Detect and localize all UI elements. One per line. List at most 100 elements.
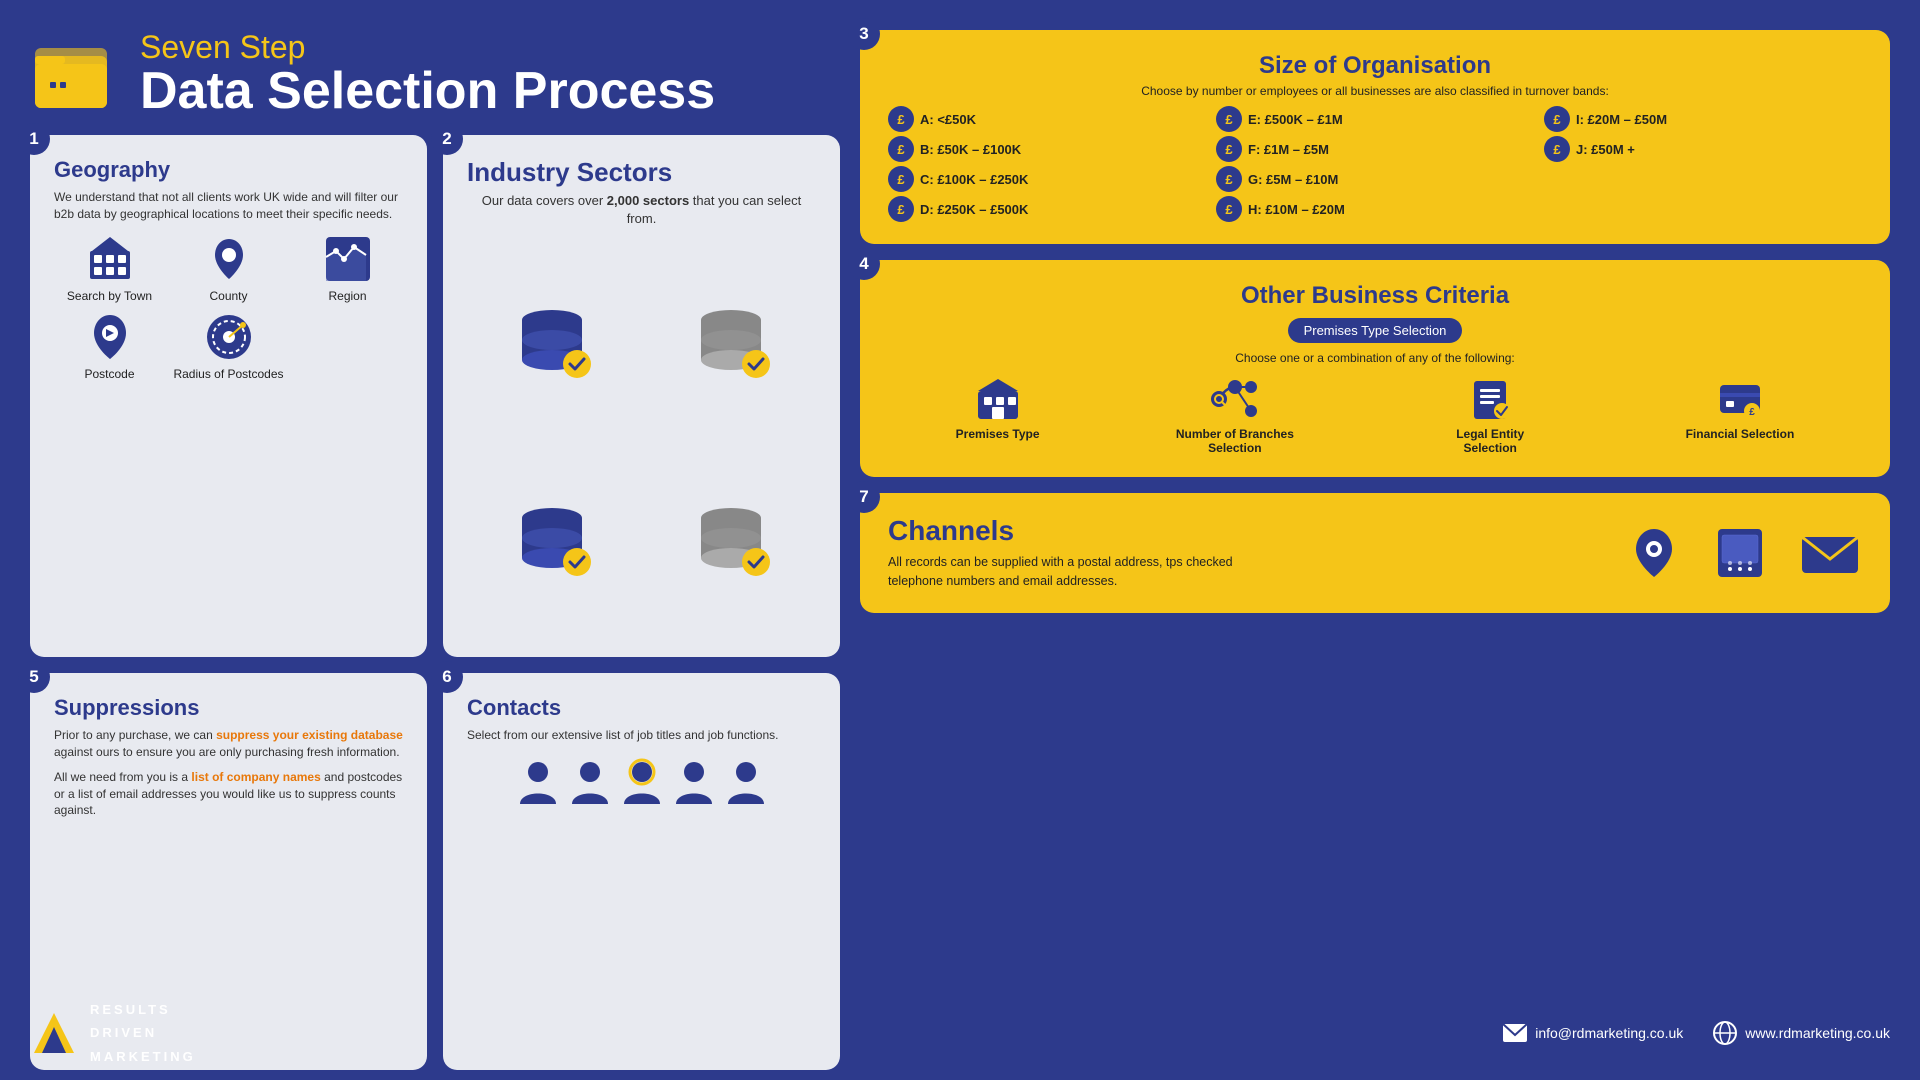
- criteria-badge: Premises Type Selection: [1288, 318, 1463, 343]
- size-item-g: £ G: £5M – £10M: [1216, 166, 1534, 192]
- geography-card: 1 Geography We understand that not all c…: [30, 135, 427, 657]
- size-label-f: F: £1M – £5M: [1248, 142, 1329, 157]
- footer-contact: info@rdmarketing.co.uk www.rdmarketing.c…: [1503, 1021, 1890, 1045]
- premises-label: Premises Type: [956, 427, 1040, 441]
- criteria-premises: Premises Type: [956, 375, 1040, 441]
- size-icon-b: £: [888, 136, 914, 162]
- header: Seven Step Data Selection Process: [30, 30, 840, 117]
- size-item-f: £ F: £1M – £5M: [1216, 136, 1534, 162]
- step-7-badge: 7: [848, 481, 880, 513]
- size-icon-c: £: [888, 166, 914, 192]
- size-label-a: A: <£50K: [920, 112, 976, 127]
- criteria-branches: Number of Branches Selection: [1175, 375, 1295, 455]
- suppressions-para1: Prior to any purchase, we can suppress y…: [54, 727, 403, 761]
- size-label-c: C: £100K – £250K: [920, 172, 1028, 187]
- size-label-g: G: £5M – £10M: [1248, 172, 1338, 187]
- criteria-items: Premises Type Number of: [888, 375, 1862, 455]
- person-icon-4: [672, 758, 716, 808]
- step-1-badge: 1: [18, 123, 50, 155]
- person-icon-1: [516, 758, 560, 808]
- logo-icon: [30, 34, 120, 114]
- criteria-financial: £ Financial Selection: [1686, 375, 1795, 441]
- geography-grid: Search by Town County: [54, 233, 403, 381]
- size-icon-g: £: [1216, 166, 1242, 192]
- db-icon-1: [467, 302, 638, 382]
- contacts-desc: Select from our extensive list of job ti…: [467, 727, 816, 744]
- left-column: Seven Step Data Selection Process 1 Geog…: [30, 30, 840, 1070]
- svg-text:£: £: [1749, 407, 1755, 418]
- cards-row: 1 Geography We understand that not all c…: [30, 135, 840, 1070]
- rdm-logo-icon: [30, 1009, 78, 1057]
- channels-text: Channels All records can be supplied wit…: [888, 515, 1268, 591]
- geography-desc: We understand that not all clients work …: [54, 189, 403, 223]
- legal-label: Legal Entity Selection: [1430, 427, 1550, 455]
- header-title: Data Selection Process: [140, 65, 715, 117]
- db-icon-4: [646, 500, 817, 580]
- size-label-e: E: £500K – £1M: [1248, 112, 1343, 127]
- region-icon: [322, 233, 374, 285]
- footer-email-text: info@rdmarketing.co.uk: [1535, 1025, 1683, 1041]
- geo-item-town: Search by Town: [54, 233, 165, 303]
- size-item-h: £ H: £10M – £20M: [1216, 196, 1534, 222]
- footer-website: www.rdmarketing.co.uk: [1713, 1021, 1890, 1045]
- db-icon-3: [467, 500, 638, 580]
- step-3-badge: 3: [848, 18, 880, 50]
- industry-title: Industry Sectors: [467, 157, 816, 188]
- location-icon: [1626, 525, 1682, 581]
- radius-label: Radius of Postcodes: [173, 367, 283, 381]
- contacts-people-icons: [467, 758, 816, 808]
- size-label-h: H: £10M – £20M: [1248, 202, 1345, 217]
- channels-desc: All records can be supplied with a posta…: [888, 553, 1268, 591]
- size-item-e: £ E: £500K – £1M: [1216, 106, 1534, 132]
- phone-icon: [1712, 525, 1768, 581]
- email-icon: [1798, 525, 1862, 581]
- header-subtitle: Seven Step: [140, 30, 715, 65]
- region-label: Region: [328, 289, 366, 303]
- size-label-d: D: £250K – £500K: [920, 202, 1028, 217]
- financial-icon: £: [1716, 375, 1764, 423]
- size-item-c: £ C: £100K – £250K: [888, 166, 1206, 192]
- contacts-title: Contacts: [467, 695, 816, 721]
- database-icons: [467, 247, 816, 636]
- footer-logo-text: RESULTS DRIVEN MARKETING: [90, 998, 196, 1068]
- size-icon-a: £: [888, 106, 914, 132]
- size-item-d: £ D: £250K – £500K: [888, 196, 1206, 222]
- criteria-card: 4 Other Business Criteria Premises Type …: [860, 260, 1890, 477]
- header-text: Seven Step Data Selection Process: [140, 30, 715, 117]
- size-item-b: £ B: £50K – £100K: [888, 136, 1206, 162]
- step-2-badge: 2: [431, 123, 463, 155]
- size-icon-h: £: [1216, 196, 1242, 222]
- radius-icon: [203, 311, 255, 363]
- postcode-icon: [84, 311, 136, 363]
- size-icon-i: £: [1544, 106, 1570, 132]
- county-label: County: [209, 289, 247, 303]
- branches-label: Number of Branches Selection: [1175, 427, 1295, 455]
- size-item-empty1: [1544, 166, 1862, 192]
- step-5-badge: 5: [18, 661, 50, 693]
- criteria-center: Other Business Criteria Premises Type Se…: [888, 282, 1862, 365]
- geography-title: Geography: [54, 157, 403, 183]
- county-icon: [203, 233, 255, 285]
- size-item-i: £ I: £20M – £50M: [1544, 106, 1862, 132]
- geo-item-postcode: Postcode: [54, 311, 165, 381]
- industry-desc: Our data covers over 2,000 sectors that …: [467, 192, 816, 228]
- size-icon-e: £: [1216, 106, 1242, 132]
- globe-icon: [1713, 1021, 1737, 1045]
- geo-item-county: County: [173, 233, 284, 303]
- suppressions-para2: All we need from you is a list of compan…: [54, 769, 403, 819]
- size-item-empty2: [1544, 196, 1862, 222]
- size-desc: Choose by number or employees or all bus…: [888, 84, 1862, 98]
- size-card: 3 Size of Organisation Choose by number …: [860, 30, 1890, 244]
- size-icon-j: £: [1544, 136, 1570, 162]
- size-label-b: B: £50K – £100K: [920, 142, 1021, 157]
- footer-logo: RESULTS DRIVEN MARKETING: [30, 998, 196, 1068]
- company-names-highlight: list of company names: [191, 770, 320, 784]
- size-icon-f: £: [1216, 136, 1242, 162]
- step-4-badge: 4: [848, 248, 880, 280]
- industry-card: 2 Industry Sectors Our data covers over …: [443, 135, 840, 657]
- footer-email: info@rdmarketing.co.uk: [1503, 1024, 1683, 1042]
- footer: RESULTS DRIVEN MARKETING info@rdmarketin…: [30, 998, 1890, 1068]
- postcode-label: Postcode: [84, 367, 134, 381]
- channels-icons: [1626, 525, 1862, 581]
- person-icon-3-highlighted: [620, 758, 664, 808]
